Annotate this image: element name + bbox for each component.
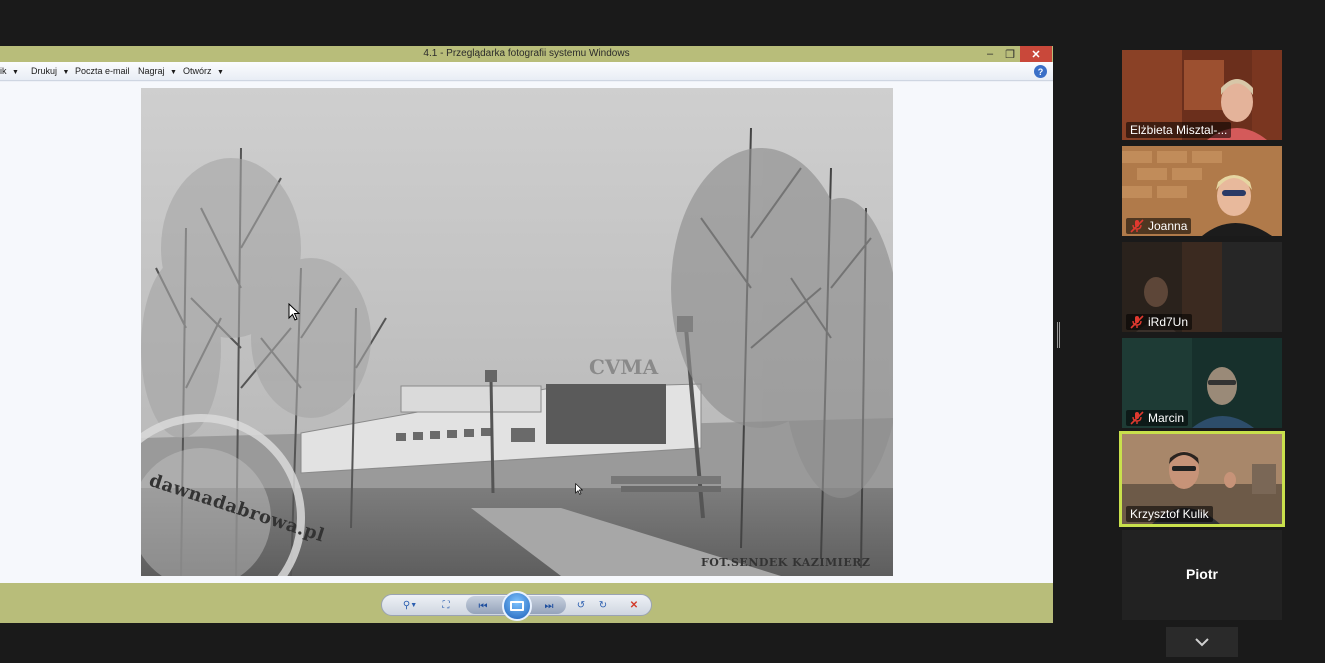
chevron-down-icon: ▼ bbox=[170, 69, 177, 76]
displayed-photo: CVMA dawnadabrowa.pl FOT.SENDEK KAZIMIER… bbox=[141, 88, 893, 576]
chevron-down-icon: ▼ bbox=[217, 69, 224, 76]
window-title: 4.1 - Przeglądarka fotografii systemu Wi… bbox=[423, 48, 630, 59]
chevron-down-icon: ▼ bbox=[62, 69, 70, 76]
menu-item-burn[interactable]: Nagraj ▼ bbox=[138, 66, 177, 76]
rotate-ccw-icon: ↺ bbox=[576, 600, 586, 611]
chevron-down-icon: ▼ bbox=[12, 69, 19, 76]
secondary-pointer-icon bbox=[575, 483, 583, 495]
rotate-cw-icon: ↻ bbox=[598, 600, 608, 611]
participant-name-tag: Joanna bbox=[1126, 218, 1192, 234]
participant-name: Piotr bbox=[1186, 566, 1218, 582]
previous-button[interactable]: ⏮ bbox=[474, 599, 492, 614]
microphone-muted-icon bbox=[1130, 411, 1144, 425]
menu-item-label: Otwórz bbox=[183, 66, 212, 76]
participant-name-tag: Krzysztof Kulik bbox=[1126, 506, 1213, 522]
participant-tile-no-video[interactable]: Piotr bbox=[1122, 530, 1282, 620]
menu-bar: ik ▼ Drukuj ▼ Poczta e-mail Nagraj ▼ Otw… bbox=[0, 62, 1053, 81]
photo-viewer-window: 4.1 - Przeglądarka fotografii systemu Wi… bbox=[0, 46, 1053, 623]
menu-item-file[interactable]: ik ▼ bbox=[0, 66, 19, 76]
menu-item-email[interactable]: Poczta e-mail bbox=[75, 66, 130, 76]
panel-resize-handle[interactable] bbox=[1057, 322, 1060, 348]
image-viewport: CVMA dawnadabrowa.pl FOT.SENDEK KAZIMIER… bbox=[0, 82, 1053, 583]
participant-tile-active-speaker[interactable]: Krzysztof Kulik bbox=[1119, 431, 1285, 527]
menu-item-label: Poczta e-mail bbox=[75, 66, 130, 76]
menu-item-label: Drukuj bbox=[31, 66, 58, 76]
previous-icon: ⏮ bbox=[478, 601, 488, 612]
chevron-down-icon bbox=[1195, 638, 1209, 647]
microphone-muted-icon bbox=[1130, 315, 1144, 329]
participant-name: iRd7Un bbox=[1148, 315, 1189, 329]
participant-name: Elżbieta Misztal-... bbox=[1126, 122, 1232, 138]
participant-tile[interactable]: Joanna bbox=[1122, 146, 1282, 236]
rotate-right-button[interactable]: ↻ bbox=[595, 598, 611, 613]
participant-tile[interactable]: iRd7Un bbox=[1122, 242, 1282, 332]
delete-button[interactable]: ✕ bbox=[626, 598, 642, 613]
participant-name-tag: iRd7Un bbox=[1126, 314, 1193, 330]
next-button[interactable]: ⏭ bbox=[540, 599, 558, 614]
slideshow-icon bbox=[510, 601, 524, 611]
participant-name: Krzysztof Kulik bbox=[1126, 506, 1213, 522]
zoom-meeting-view: 4.1 - Przeglądarka fotografii systemu Wi… bbox=[0, 0, 1325, 663]
chevron-down-icon: ▼ bbox=[410, 602, 418, 609]
participant-name-tag: Elżbieta Misztal-... bbox=[1126, 122, 1232, 138]
close-button[interactable]: ✕ bbox=[1020, 46, 1052, 62]
show-more-participants-button[interactable] bbox=[1166, 627, 1238, 657]
viewer-toolbar: ⚲ ▼ ⛶ ⏮ ⏭ ↺ ↻ ✕ bbox=[0, 583, 1053, 623]
zoom-button[interactable]: ⚲ ▼ bbox=[398, 598, 422, 613]
participant-name: Joanna bbox=[1148, 219, 1188, 233]
menu-item-label: ik bbox=[0, 66, 7, 76]
menu-item-print[interactable]: Drukuj ▼ bbox=[31, 66, 69, 76]
rotate-left-button[interactable]: ↺ bbox=[573, 598, 589, 613]
microphone-muted-icon bbox=[1130, 219, 1144, 233]
zoom-icon: ⚲ bbox=[402, 600, 411, 611]
participant-name: Marcin bbox=[1148, 411, 1185, 425]
title-bar[interactable]: 4.1 - Przeglądarka fotografii systemu Wi… bbox=[0, 46, 1053, 62]
building-sign: CVMA bbox=[589, 355, 659, 379]
participant-tile[interactable]: Marcin bbox=[1122, 338, 1282, 428]
minimize-button[interactable]: – bbox=[980, 46, 1000, 62]
playback-controls: ⚲ ▼ ⛶ ⏮ ⏭ ↺ ↻ ✕ bbox=[381, 591, 652, 621]
help-icon[interactable]: ? bbox=[1034, 65, 1047, 78]
photo-credit: FOT.SENDEK KAZIMIERZ bbox=[701, 556, 871, 569]
maximize-button[interactable]: ❐ bbox=[1000, 46, 1020, 62]
menu-item-open[interactable]: Otwórz ▼ bbox=[183, 66, 224, 76]
participant-name-tag: Marcin bbox=[1126, 410, 1189, 426]
next-icon: ⏭ bbox=[544, 601, 554, 612]
slideshow-button[interactable] bbox=[502, 591, 532, 621]
mouse-pointer-icon bbox=[288, 303, 300, 321]
fit-to-window-button[interactable]: ⛶ bbox=[438, 598, 454, 613]
fit-icon: ⛶ bbox=[442, 600, 450, 611]
delete-icon: ✕ bbox=[629, 600, 639, 611]
participant-tile[interactable]: Elżbieta Misztal-... bbox=[1122, 50, 1282, 140]
menu-item-label: Nagraj bbox=[138, 66, 165, 76]
